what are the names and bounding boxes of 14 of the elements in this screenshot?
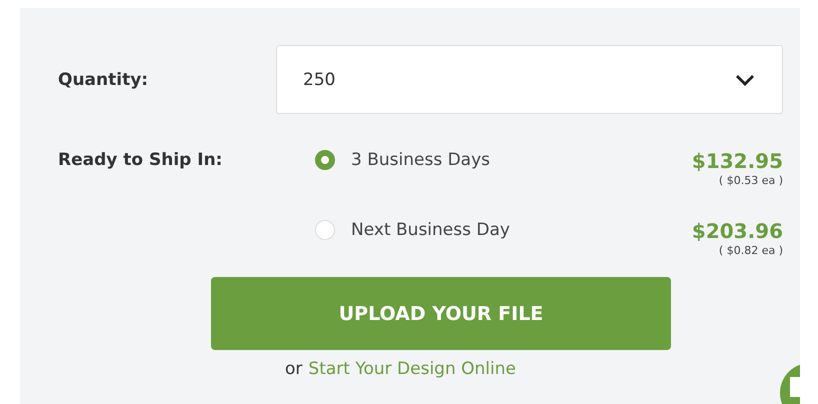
upload-button[interactable]: UPLOAD YOUR FILE [211, 277, 671, 350]
unit-price: ( $0.53 ea ) [718, 174, 783, 188]
unit-price: ( $0.82 ea ) [718, 244, 783, 258]
or-text: or [285, 358, 302, 380]
option-label: 3 Business Days [351, 149, 492, 172]
design-online-link[interactable]: Start Your Design Online [308, 358, 516, 380]
quantity-label: Quantity: [58, 68, 150, 92]
ship-label: Ready to Ship In: [58, 149, 224, 172]
radio-button[interactable] [315, 150, 335, 170]
quantity-select[interactable]: 250 [276, 45, 783, 114]
option-label: Next Business Day [351, 219, 511, 242]
price: $203.96 [692, 218, 783, 244]
chevron-down-icon [735, 74, 755, 86]
price: $132.95 [692, 148, 783, 174]
